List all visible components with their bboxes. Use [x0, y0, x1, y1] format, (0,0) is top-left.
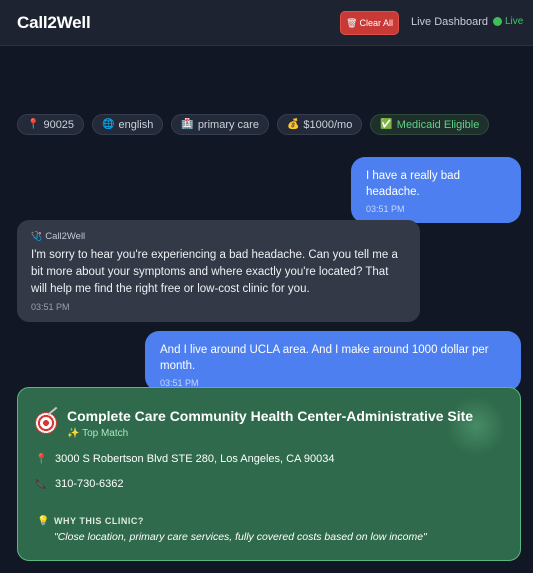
message-text: I have a really bad headache.: [366, 170, 460, 198]
user-message: And I live around UCLA area. And I make …: [145, 331, 521, 391]
bot-name: 🩺 Call2Well: [31, 231, 406, 242]
clinic-name: Complete Care Community Health Center-Ad…: [67, 408, 474, 424]
trash-icon: 🗑: [346, 17, 358, 28]
live-label: Live: [505, 16, 524, 27]
top-match-label: Top Match: [82, 428, 129, 439]
chip-label: 90025: [43, 118, 75, 131]
chip-label: primary care: [197, 118, 259, 131]
phone-icon: 📞: [35, 478, 48, 490]
clear-all-button[interactable]: 🗑 Clear All: [340, 11, 399, 35]
why-label: WHY THIS CLINIC?: [54, 516, 144, 526]
chip-label: english: [118, 118, 154, 131]
pin-icon: 📍: [35, 453, 48, 465]
sparkles-icon: ✨: [67, 428, 80, 439]
chip-label: Medicaid Eligible: [396, 118, 480, 131]
live-dashboard-link[interactable]: Live Dashboard: [411, 16, 488, 28]
app: Call2Well 🗑 Clear All Live Dashboard Liv…: [0, 0, 533, 573]
clinic-phone[interactable]: 310-730-6362: [55, 478, 124, 490]
globe-icon: 🌐: [102, 119, 115, 130]
pin-icon: 📍: [27, 119, 40, 130]
lightbulb-icon: 💡: [37, 516, 50, 527]
clear-all-label: Clear All: [359, 18, 393, 28]
bot-message: 🩺 Call2Well I'm sorry to hear you're exp…: [17, 220, 420, 322]
chip-income: 💰 $1000/mo: [276, 114, 363, 135]
chip-label: $1000/mo: [303, 118, 353, 131]
card-glow: [446, 396, 506, 456]
target-icon: [35, 412, 57, 434]
message-time: 03:51 PM: [366, 204, 405, 214]
clinic-address: 3000 S Robertson Blvd STE 280, Los Angel…: [55, 453, 335, 465]
message-text: And I live around UCLA area. And I make …: [160, 344, 489, 372]
hospital-icon: 🏥: [181, 119, 194, 130]
clinic-card[interactable]: Complete Care Community Health Center-Ad…: [17, 387, 521, 561]
message-time: 03:51 PM: [31, 302, 70, 312]
message-text: I'm sorry to hear you're experiencing a …: [31, 249, 398, 295]
stethoscope-icon: 🩺: [31, 231, 43, 241]
header: Call2Well 🗑 Clear All Live Dashboard Liv…: [0, 0, 533, 46]
brand-title: Call2Well: [17, 13, 91, 32]
live-dot-icon: [493, 17, 502, 26]
chip-zip: 📍 90025: [17, 114, 85, 135]
bot-name-label: Call2Well: [45, 231, 86, 242]
user-message: I have a really bad headache. 03:51 PM: [351, 157, 521, 223]
context-chips: 📍 90025 🌐 english 🏥 primary care 💰 $1000…: [17, 114, 490, 135]
chip-language: 🌐 english: [92, 114, 164, 135]
clinic-phone-row: 📞 310-730-6362: [35, 478, 124, 490]
check-icon: ✅: [380, 119, 393, 130]
chip-care-type: 🏥 primary care: [171, 114, 269, 135]
why-text: "Close location, primary care services, …: [54, 531, 427, 543]
live-status: Live: [493, 16, 523, 27]
money-bag-icon: 💰: [286, 119, 300, 130]
clinic-address-row: 📍 3000 S Robertson Blvd STE 280, Los Ang…: [35, 453, 334, 465]
top-match-badge: ✨ Top Match: [67, 428, 128, 439]
chip-medicaid: ✅ Medicaid Eligible: [370, 114, 490, 135]
